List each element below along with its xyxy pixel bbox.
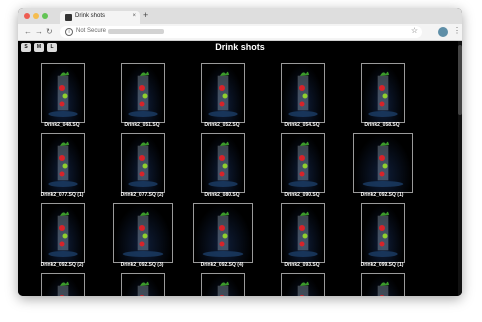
drink-glass-image [217, 281, 229, 296]
photo-caption[interactable]: Drink2_090.SQ [257, 192, 347, 198]
drink-glass-image [297, 281, 309, 296]
photo-caption[interactable]: Drink2_092.SQ (1) [337, 192, 427, 198]
browser-window: Drink shots × + ← → ↻ i Not Secure ☆ ⋮ S… [18, 8, 462, 296]
drink-photo-thumbnail[interactable] [41, 273, 85, 296]
drink-photo-thumbnail[interactable] [41, 203, 85, 263]
drink-photo-thumbnail[interactable] [201, 133, 245, 193]
favicon-icon [65, 14, 72, 21]
back-arrow-icon[interactable]: ← [24, 27, 32, 36]
info-icon[interactable]: i [65, 28, 73, 36]
tab-drink-shots[interactable]: Drink shots × [60, 11, 140, 24]
drink-photo-thumbnail[interactable] [41, 133, 85, 193]
drink-photo-thumbnail[interactable] [361, 203, 405, 263]
drink-photo-thumbnail[interactable] [121, 63, 165, 123]
tab-bar: Drink shots × + [18, 8, 462, 24]
drink-glass-image [288, 211, 318, 257]
drink-photo-thumbnail[interactable] [41, 63, 85, 123]
browser-menu-icon[interactable]: ⋮ [453, 26, 461, 35]
drink-photo-thumbnail[interactable] [361, 273, 405, 296]
drink-photo-thumbnail[interactable] [353, 133, 413, 193]
tab-title: Drink shots [75, 13, 106, 19]
drink-glass-image [288, 141, 318, 187]
profile-avatar[interactable] [438, 27, 448, 37]
drink-photo-thumbnail[interactable] [281, 63, 325, 123]
drink-glass-image [288, 71, 318, 117]
drink-photo-thumbnail[interactable] [201, 63, 245, 123]
drink-glass-image [128, 71, 158, 117]
drink-photo-thumbnail[interactable] [281, 203, 325, 263]
drink-photo-thumbnail[interactable] [201, 273, 245, 296]
drink-photo-thumbnail[interactable] [113, 203, 173, 263]
photo-caption[interactable]: Drink2_077.SQ (1) [18, 192, 107, 198]
browser-toolbar: ← → ↻ i Not Secure ☆ ⋮ [18, 24, 462, 41]
drink-glass-image [377, 281, 389, 296]
drink-glass-image [208, 141, 238, 187]
scroll-thumb[interactable] [458, 45, 462, 115]
blurred-url [108, 29, 164, 34]
tab-close-icon[interactable]: × [132, 13, 136, 19]
drink-glass-image [122, 211, 164, 257]
maximize-window-button[interactable] [42, 13, 48, 19]
page-title: Drink shots [215, 42, 265, 52]
drink-glass-image [368, 71, 398, 117]
forward-arrow-icon[interactable]: → [35, 27, 43, 36]
new-tab-button[interactable]: + [143, 10, 148, 20]
photo-caption[interactable]: Drink2_051.SQ [97, 122, 187, 128]
drink-photo-thumbnail[interactable] [281, 273, 325, 296]
reload-icon[interactable]: ↻ [46, 27, 53, 36]
drink-photo-thumbnail[interactable] [193, 203, 253, 263]
close-window-button[interactable] [24, 13, 30, 19]
drink-glass-image [208, 71, 238, 117]
drink-glass-image [57, 281, 69, 296]
bookmark-star-icon[interactable]: ☆ [411, 26, 418, 35]
drink-photo-thumbnail[interactable] [361, 63, 405, 123]
photo-caption[interactable]: Drink2_054.SQ [257, 122, 347, 128]
photo-caption[interactable]: Drink2_058.SQ [337, 122, 427, 128]
drink-glass-image [48, 211, 78, 257]
photo-caption[interactable]: Drink2_077.SQ (2) [97, 192, 187, 198]
drink-glass-image [137, 281, 149, 296]
address-bar[interactable]: i Not Secure ☆ [60, 26, 422, 38]
photo-caption[interactable]: Drink2_080.SQ [177, 192, 267, 198]
drink-glass-image [368, 211, 398, 257]
photo-caption[interactable]: Drink2_092.SQ (2) [18, 262, 107, 268]
page-content: S M L Drink shots Drink2_048.SQ Drink2_05… [18, 41, 462, 296]
drink-photo-thumbnail[interactable] [281, 133, 325, 193]
scrollbar[interactable] [458, 41, 462, 296]
photo-caption[interactable]: Drink2_052.SQ [177, 122, 267, 128]
drink-glass-image [48, 141, 78, 187]
drink-glass-image [128, 141, 158, 187]
drink-photo-thumbnail[interactable] [121, 273, 165, 296]
drink-photo-thumbnail[interactable] [121, 133, 165, 193]
photo-caption[interactable]: Drink2_099.SQ (1) [337, 262, 427, 268]
photo-caption[interactable]: Drink2_092.SQ (3) [97, 262, 187, 268]
drink-glass-image [48, 71, 78, 117]
photo-caption[interactable]: Drink2_048.SQ [18, 122, 107, 128]
security-status: Not Secure [76, 28, 107, 34]
minimize-window-button[interactable] [33, 13, 39, 19]
drink-glass-image [362, 141, 404, 187]
photo-caption[interactable]: Drink2_093.SQ [257, 262, 347, 268]
drink-glass-image [202, 211, 244, 257]
photo-caption[interactable]: Drink2_092.SQ (4) [177, 262, 267, 268]
